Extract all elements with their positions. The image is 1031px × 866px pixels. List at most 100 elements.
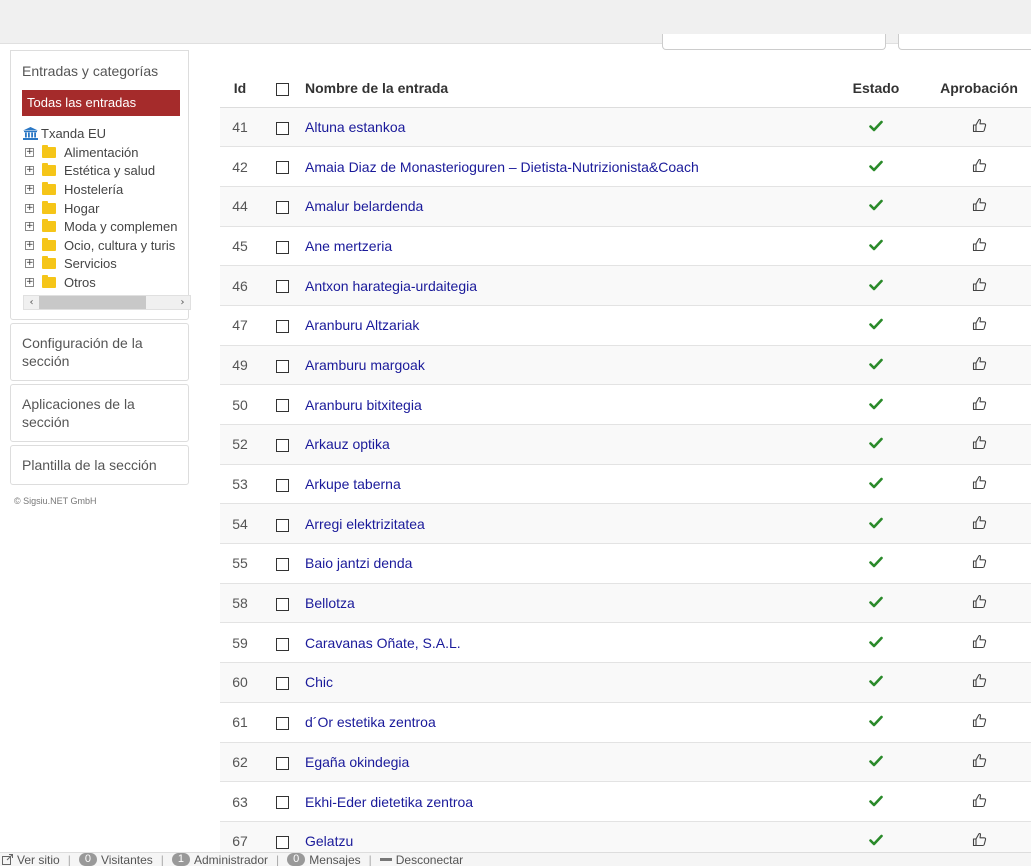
tree-root[interactable]: Txanda EU bbox=[23, 124, 181, 142]
row-checkbox[interactable] bbox=[276, 716, 289, 730]
entry-state[interactable] bbox=[825, 781, 927, 822]
header-name[interactable]: Nombre de la entrada bbox=[305, 70, 825, 108]
scrollbar-thumb[interactable] bbox=[39, 295, 146, 309]
logout-link[interactable]: Desconectar bbox=[379, 853, 463, 866]
thumbs-up-icon[interactable] bbox=[972, 634, 987, 649]
select-all-checkbox[interactable] bbox=[276, 83, 289, 97]
row-checkbox[interactable] bbox=[276, 518, 289, 532]
entry-name-link[interactable]: Aranburu bitxitegia bbox=[305, 397, 422, 413]
scroll-left-icon[interactable]: ‹ bbox=[24, 297, 39, 308]
tree-item[interactable]: + Estética y salud bbox=[23, 162, 181, 181]
entry-state[interactable] bbox=[825, 662, 927, 703]
thumbs-up-icon[interactable] bbox=[972, 515, 987, 530]
toolbar-field-2[interactable] bbox=[898, 34, 1031, 50]
tree-horizontal-scrollbar[interactable]: ‹ › bbox=[23, 294, 191, 310]
messages-link[interactable]: 0 Mensajes bbox=[287, 853, 361, 866]
entry-name-link[interactable]: Amalur belardenda bbox=[305, 198, 423, 214]
row-checkbox[interactable] bbox=[276, 796, 289, 810]
row-checkbox[interactable] bbox=[276, 161, 289, 175]
thumbs-up-icon[interactable] bbox=[972, 793, 987, 808]
thumbs-up-icon[interactable] bbox=[972, 277, 987, 292]
all-entries-button[interactable]: Todas las entradas bbox=[22, 90, 180, 116]
expand-icon[interactable]: + bbox=[25, 147, 34, 157]
header-id[interactable]: Id bbox=[220, 70, 260, 108]
scroll-right-icon[interactable]: › bbox=[175, 297, 190, 308]
row-checkbox[interactable] bbox=[276, 637, 289, 651]
tree-item[interactable]: + Servicios bbox=[23, 255, 181, 274]
entry-name-link[interactable]: d´Or estetika zentroa bbox=[305, 714, 436, 730]
entry-state[interactable] bbox=[825, 146, 927, 187]
expand-icon[interactable]: + bbox=[25, 222, 34, 232]
entry-state[interactable] bbox=[825, 265, 927, 306]
header-approval[interactable]: Aprobación bbox=[927, 70, 1031, 108]
row-checkbox[interactable] bbox=[276, 439, 289, 453]
tree-item[interactable]: + Ocio, cultura y turis bbox=[23, 236, 181, 255]
entry-name-link[interactable]: Aranburu Altzariak bbox=[305, 317, 419, 333]
entry-state[interactable] bbox=[825, 186, 927, 227]
thumbs-up-icon[interactable] bbox=[972, 237, 987, 252]
entry-name-link[interactable]: Arkauz optika bbox=[305, 436, 390, 452]
thumbs-up-icon[interactable] bbox=[972, 832, 987, 847]
entry-name-link[interactable]: Arkupe taberna bbox=[305, 476, 401, 492]
row-checkbox[interactable] bbox=[276, 478, 289, 492]
row-checkbox[interactable] bbox=[276, 756, 289, 770]
thumbs-up-icon[interactable] bbox=[972, 118, 987, 133]
visitors-link[interactable]: 0 Visitantes bbox=[78, 853, 153, 866]
entry-state[interactable] bbox=[825, 742, 927, 783]
entry-name-link[interactable]: Ane mertzeria bbox=[305, 238, 392, 254]
row-checkbox[interactable] bbox=[276, 280, 289, 294]
thumbs-up-icon[interactable] bbox=[972, 673, 987, 688]
row-checkbox[interactable] bbox=[276, 240, 289, 254]
entry-state[interactable] bbox=[825, 622, 927, 664]
entry-name-link[interactable]: Ekhi-Eder dietetika zentroa bbox=[305, 794, 473, 810]
thumbs-up-icon[interactable] bbox=[972, 713, 987, 728]
section-config-link[interactable]: Configuración de la sección bbox=[11, 324, 188, 380]
entry-name-link[interactable]: Antxon harategia-urdaitegia bbox=[305, 278, 477, 294]
entry-name-link[interactable]: Caravanas Oñate, S.A.L. bbox=[305, 635, 461, 651]
row-checkbox[interactable] bbox=[276, 121, 289, 135]
entry-state[interactable] bbox=[825, 384, 927, 425]
row-checkbox[interactable] bbox=[276, 320, 289, 334]
thumbs-up-icon[interactable] bbox=[972, 554, 987, 569]
entry-name-link[interactable]: Amaia Diaz de Monasterioguren – Dietista… bbox=[305, 159, 699, 175]
row-checkbox[interactable] bbox=[276, 597, 289, 611]
admin-link[interactable]: 1 Administrador bbox=[171, 853, 268, 866]
expand-icon[interactable]: + bbox=[25, 203, 34, 213]
entry-name-link[interactable]: Arregi elektrizitatea bbox=[305, 516, 425, 532]
row-checkbox[interactable] bbox=[276, 836, 289, 850]
row-checkbox[interactable] bbox=[276, 677, 289, 691]
entry-name-link[interactable]: Chic bbox=[305, 674, 333, 690]
entry-state[interactable] bbox=[825, 583, 927, 624]
expand-icon[interactable]: + bbox=[25, 166, 34, 176]
thumbs-up-icon[interactable] bbox=[972, 316, 987, 331]
entry-state[interactable] bbox=[825, 702, 927, 743]
thumbs-up-icon[interactable] bbox=[972, 475, 987, 490]
expand-icon[interactable]: + bbox=[25, 240, 34, 250]
entries-categories-title[interactable]: Entradas y categorías bbox=[11, 51, 188, 90]
tree-item[interactable]: + Moda y complemen bbox=[23, 217, 181, 236]
entry-name-link[interactable]: Aramburu margoak bbox=[305, 357, 425, 373]
thumbs-up-icon[interactable] bbox=[972, 594, 987, 609]
entry-name-link[interactable]: Bellotza bbox=[305, 595, 355, 611]
entry-state[interactable] bbox=[825, 503, 927, 545]
thumbs-up-icon[interactable] bbox=[972, 396, 987, 411]
entry-state[interactable] bbox=[825, 305, 927, 346]
toolbar-field-1[interactable] bbox=[662, 34, 886, 50]
section-template-link[interactable]: Plantilla de la sección bbox=[11, 446, 188, 484]
row-checkbox[interactable] bbox=[276, 359, 289, 373]
row-checkbox[interactable] bbox=[276, 201, 289, 215]
view-site-link[interactable]: Ver sitio bbox=[2, 853, 60, 866]
thumbs-up-icon[interactable] bbox=[972, 197, 987, 212]
thumbs-up-icon[interactable] bbox=[972, 753, 987, 768]
thumbs-up-icon[interactable] bbox=[972, 158, 987, 173]
row-checkbox[interactable] bbox=[276, 558, 289, 572]
entry-state[interactable] bbox=[825, 543, 927, 584]
entry-name-link[interactable]: Altuna estankoa bbox=[305, 119, 405, 135]
expand-icon[interactable]: + bbox=[25, 184, 34, 194]
row-checkbox[interactable] bbox=[276, 399, 289, 413]
section-apps-link[interactable]: Aplicaciones de la sección bbox=[11, 385, 188, 441]
header-state[interactable]: Estado bbox=[825, 70, 927, 108]
tree-item[interactable]: + Hogar bbox=[23, 199, 181, 218]
expand-icon[interactable]: + bbox=[25, 259, 34, 269]
thumbs-up-icon[interactable] bbox=[972, 356, 987, 371]
